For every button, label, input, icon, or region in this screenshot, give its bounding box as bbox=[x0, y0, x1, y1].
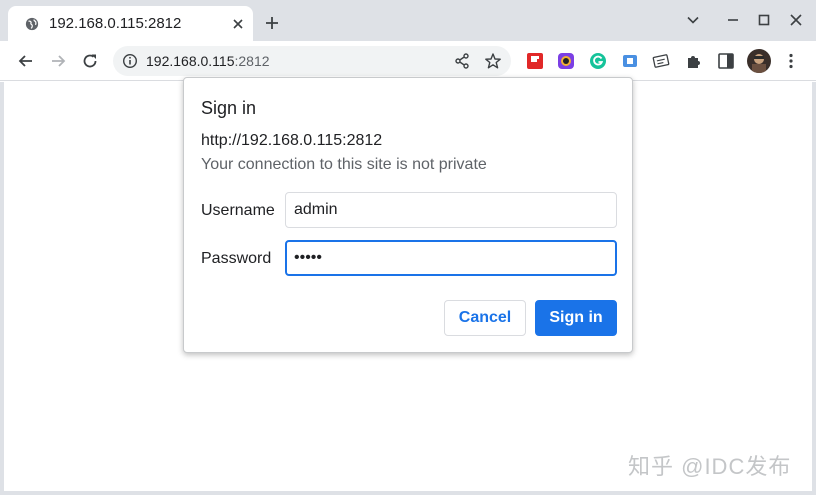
password-field[interactable] bbox=[285, 240, 617, 276]
new-tab-icon[interactable] bbox=[264, 15, 280, 31]
browser-toolbar: 192.168.0.115:2812 bbox=[0, 41, 816, 81]
username-field[interactable] bbox=[285, 192, 617, 228]
dialog-url: http://192.168.0.115:2812 bbox=[201, 132, 383, 149]
url-host: 192.168.0.115 bbox=[146, 53, 235, 69]
tab-strip: 192.168.0.115:2812 bbox=[0, 0, 816, 41]
close-window-icon[interactable] bbox=[789, 13, 803, 27]
info-icon[interactable] bbox=[122, 53, 138, 69]
globe-icon bbox=[25, 17, 39, 31]
profile-avatar[interactable] bbox=[747, 49, 771, 73]
address-bar[interactable]: 192.168.0.115:2812 bbox=[113, 46, 511, 76]
flipboard-icon[interactable] bbox=[526, 52, 544, 70]
tab-search-chevron-icon[interactable] bbox=[686, 13, 700, 27]
dialog-warning: Your connection to this site is not priv… bbox=[201, 156, 487, 173]
bookmark-star-icon[interactable] bbox=[484, 52, 502, 70]
translate-extension-icon[interactable] bbox=[621, 52, 639, 70]
cancel-button[interactable]: Cancel bbox=[444, 300, 526, 336]
tab-active[interactable]: 192.168.0.115:2812 bbox=[8, 6, 253, 41]
camera-extension-icon[interactable] bbox=[557, 52, 575, 70]
share-icon[interactable] bbox=[453, 52, 471, 70]
sign-in-dialog: Sign in http://192.168.0.115:2812 Your c… bbox=[183, 77, 633, 353]
side-panel-icon[interactable] bbox=[717, 52, 735, 70]
watermark-text: 知乎 @IDC发布 bbox=[628, 454, 792, 479]
reload-icon[interactable] bbox=[81, 52, 99, 70]
maximize-icon[interactable] bbox=[757, 13, 771, 27]
url-text: 192.168.0.115:2812 bbox=[146, 53, 270, 69]
more-menu-icon[interactable] bbox=[782, 52, 800, 70]
url-port: :2812 bbox=[234, 53, 270, 69]
sign-in-button[interactable]: Sign in bbox=[535, 300, 617, 336]
dialog-title: Sign in bbox=[201, 98, 257, 118]
minimize-icon[interactable] bbox=[726, 13, 740, 27]
tab-title: 192.168.0.115:2812 bbox=[49, 15, 182, 32]
forward-arrow-icon[interactable] bbox=[49, 52, 67, 70]
back-arrow-icon[interactable] bbox=[17, 52, 35, 70]
username-label: Username bbox=[201, 202, 275, 219]
tab-close-icon[interactable] bbox=[230, 16, 246, 32]
grammarly-icon[interactable] bbox=[589, 52, 607, 70]
extensions-puzzle-icon[interactable] bbox=[685, 52, 703, 70]
avatar-image bbox=[747, 49, 771, 73]
password-label: Password bbox=[201, 250, 272, 267]
note-extension-icon[interactable] bbox=[652, 52, 670, 70]
